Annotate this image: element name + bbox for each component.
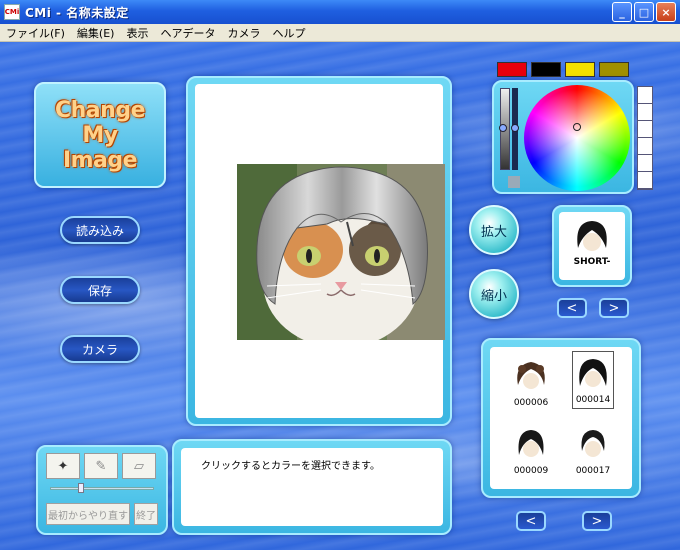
hair-list-panel: 000006 000014 000009 000017 xyxy=(481,338,641,498)
tool-panel: ✦ ✎ ▱ 最初からやり直す 終了 xyxy=(36,445,168,535)
window-title: CMi - 名称未設定 xyxy=(25,5,129,20)
current-hair-next-button[interactable]: > xyxy=(599,298,629,318)
menu-bar: ファイル(F) 編集(E) 表示 ヘアデータ カメラ ヘルプ xyxy=(0,24,680,42)
eraser-tool-button[interactable]: ▱ xyxy=(122,453,156,479)
close-button[interactable]: × xyxy=(656,2,676,22)
current-hair-prev-button[interactable]: < xyxy=(557,298,587,318)
menu-file[interactable]: ファイル(F) xyxy=(0,25,71,41)
hair-list-next-button[interactable]: > xyxy=(582,511,612,531)
menu-camera[interactable]: カメラ xyxy=(221,25,266,41)
zoom-out-button[interactable]: 縮小 xyxy=(469,269,519,319)
menu-hair-data[interactable]: ヘアデータ xyxy=(154,25,221,41)
zoom-in-button[interactable]: 拡大 xyxy=(469,205,519,255)
slider-knob[interactable] xyxy=(499,124,507,132)
hair-list: 000006 000014 000009 000017 xyxy=(490,347,632,489)
hair-medium-icon xyxy=(518,430,544,457)
maximize-button[interactable]: □ xyxy=(634,2,654,22)
hair-bob-icon xyxy=(579,359,607,387)
title-bar: CMi CMi - 名称未設定 _ □ × xyxy=(0,0,680,24)
color-history-column[interactable] xyxy=(637,86,653,190)
magic-wand-icon: ✦ xyxy=(57,458,69,474)
hair-thumb-id: 000014 xyxy=(575,395,611,405)
save-button[interactable]: 保存 xyxy=(60,276,140,304)
logo-line-1: Change My xyxy=(55,97,145,148)
menu-edit[interactable]: 編集(E) xyxy=(71,25,121,41)
message-panel: クリックするとカラーを選択できます。 xyxy=(172,439,452,535)
hair-thumb-selected[interactable]: 000014 xyxy=(572,351,614,409)
image-canvas[interactable] xyxy=(195,84,445,418)
menu-help[interactable]: ヘルプ xyxy=(266,25,311,41)
message-box: クリックするとカラーを選択できます。 xyxy=(181,448,443,526)
app-logo: Change My Image xyxy=(34,82,166,188)
swatch-black[interactable] xyxy=(531,62,561,77)
menu-view[interactable]: 表示 xyxy=(120,25,154,41)
hair-curly-icon xyxy=(517,362,545,389)
current-hair-label: SHORT- xyxy=(573,257,611,267)
brush-size-knob[interactable] xyxy=(78,483,84,493)
redo-from-start-button[interactable]: 最初からやり直す xyxy=(46,503,130,525)
swatch-olive[interactable] xyxy=(599,62,629,77)
hair-thumb[interactable]: 000006 xyxy=(510,359,552,408)
status-message: クリックするとカラーを選択できます。 xyxy=(201,461,380,472)
hair-thumb[interactable]: 000009 xyxy=(510,427,552,476)
pencil-tool-button[interactable]: ✎ xyxy=(84,453,118,479)
app-icon[interactable]: CMi xyxy=(4,4,20,20)
hair-crop-icon xyxy=(581,430,605,457)
hair-thumb[interactable]: 000017 xyxy=(572,427,614,476)
hair-short-icon xyxy=(577,221,607,251)
pencil-icon: ✎ xyxy=(95,458,107,474)
color-wheel[interactable] xyxy=(524,85,630,191)
app-canvas: Change My Image 読み込み 保存 カメラ 拡大 縮小 SHORT-… xyxy=(0,42,680,550)
load-button[interactable]: 読み込み xyxy=(60,216,140,244)
photo-preview[interactable] xyxy=(237,164,445,340)
swatch-yellow[interactable] xyxy=(565,62,595,77)
logo-line-2: Image xyxy=(62,147,138,173)
brush-size-slider[interactable] xyxy=(50,487,154,490)
camera-button[interactable]: カメラ xyxy=(60,335,140,363)
minimize-button[interactable]: _ xyxy=(612,2,632,22)
cat-with-hair-image xyxy=(237,164,445,340)
current-hair-panel: SHORT- xyxy=(552,205,632,287)
current-color-preview xyxy=(508,176,520,188)
color-wheel-cursor[interactable] xyxy=(573,123,581,131)
magic-wand-tool-button[interactable]: ✦ xyxy=(46,453,80,479)
hair-list-prev-button[interactable]: < xyxy=(516,511,546,531)
slider-knob[interactable] xyxy=(511,124,519,132)
window-controls: _ □ × xyxy=(612,2,676,22)
finish-button[interactable]: 終了 xyxy=(134,503,158,525)
eraser-icon: ▱ xyxy=(134,458,144,474)
color-picker-panel xyxy=(492,80,634,194)
hair-thumb-id: 000017 xyxy=(575,466,611,476)
image-panel xyxy=(186,76,452,426)
hair-thumb-id: 000006 xyxy=(513,398,549,408)
current-hair-preview: SHORT- xyxy=(559,212,625,280)
swatch-red[interactable] xyxy=(497,62,527,77)
hair-thumb-id: 000009 xyxy=(513,466,549,476)
